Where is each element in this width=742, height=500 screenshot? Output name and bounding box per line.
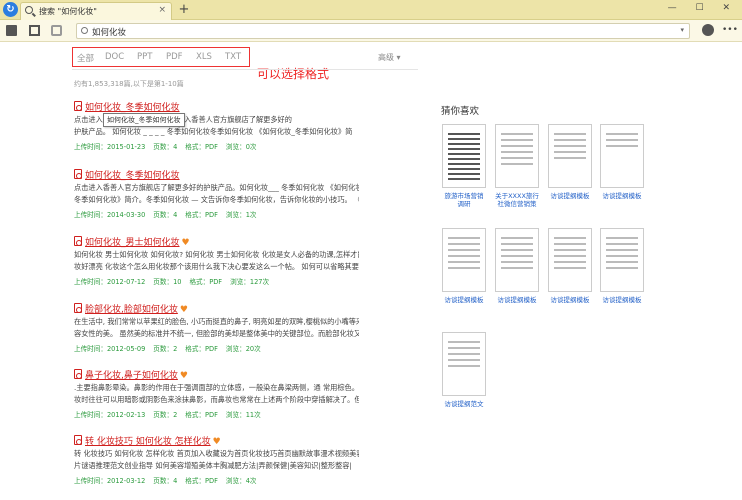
recommended-doc[interactable]: 访谈提纲模板: [548, 124, 592, 200]
result-title-link[interactable]: 如何化妆_冬季如何化妆: [74, 168, 359, 181]
filter-ppt[interactable]: PPT: [137, 52, 152, 62]
doc-thumbnail[interactable]: [442, 124, 486, 188]
format-annotation: 可以选择格式: [257, 67, 330, 81]
browser-logo-icon[interactable]: ↻: [3, 2, 18, 17]
doc-title-link[interactable]: 旅游市场营销调研: [442, 192, 486, 208]
new-tab-button[interactable]: +: [176, 3, 192, 17]
doc-thumbnail[interactable]: [548, 124, 592, 188]
title-bar: ↻ 搜索 "如何化妆" × + — ☐ ✕: [0, 0, 742, 20]
doc-thumbnail[interactable]: [495, 124, 539, 188]
result-meta: 上传时间：2012-05-09 页数：2 格式：PDF 浏览：20次: [74, 345, 261, 353]
result-count: 约有1,853,318篇,以下是第1-10篇: [74, 80, 184, 88]
search-icon: [25, 6, 33, 14]
doc-title-link[interactable]: 访谈提纲模板: [600, 296, 644, 304]
result-title-link[interactable]: 如何化妆_冬季如何化妆: [74, 100, 359, 113]
pdf-icon: [74, 303, 82, 313]
pdf-icon: [74, 101, 82, 111]
heart-icon: ♥: [179, 371, 188, 381]
recommended-doc[interactable]: 访谈提纲模板: [600, 124, 644, 200]
print-icon[interactable]: [51, 25, 62, 36]
close-tab-icon[interactable]: ×: [158, 5, 166, 15]
doc-title-link[interactable]: 访谈提纲范文: [442, 400, 486, 408]
result-title-link[interactable]: 如何化妆_男士如何化妆 ♥: [74, 235, 359, 248]
result-description: .主要指鼻影晕染。鼻影的作用在于强调面部的立体感，一般染在鼻梁两侧，通 常用棕色…: [74, 383, 359, 404]
result-description: 点击进入香善人官方旗舰店了解更多好的护肤产品。如何化妆___ 冬季如何化妆 《如…: [74, 183, 359, 204]
result-item: 如何化妆_冬季如何化妆 点击进入香善人官方旗舰店了解更多好的护肤产品。如何化妆_…: [74, 168, 359, 219]
result-meta: 上传时间：2014-03-30 页数：4 格式：PDF 浏览：1次: [74, 211, 257, 219]
doc-title-link[interactable]: 关于XXXX旅行社微信营销策: [495, 192, 539, 208]
filter-all[interactable]: 全部: [77, 52, 94, 64]
filter-txt[interactable]: TXT: [225, 52, 241, 62]
result-description: 如何化妆 男士如何化妆 如何化妆? 如何化妆 男士如何化妆 化妆是女人必备的功课…: [74, 250, 359, 271]
result-description: 转 化妆技巧 如何化妆 怎样化妆 首页加入收藏设为首页化妆技巧首页幽默故事漫术视…: [74, 449, 359, 470]
filter-xls[interactable]: XLS: [196, 52, 212, 62]
recommended-doc[interactable]: 访谈提纲模板: [442, 228, 486, 304]
filter-doc[interactable]: DOC: [105, 52, 124, 62]
filter-pdf[interactable]: PDF: [166, 52, 183, 62]
doc-title-link[interactable]: 访谈提纲模板: [548, 192, 592, 200]
doc-title-link[interactable]: 访谈提纲模板: [495, 296, 539, 304]
recommended-doc[interactable]: 关于XXXX旅行社微信营销策: [495, 124, 539, 208]
divider: [72, 69, 418, 70]
result-description: 在生活中, 我们常常以苹果红的脸色, 小巧而挺直的鼻子, 明亮如星的双眸,樱桃似…: [74, 317, 359, 338]
result-meta: 上传时间：2012-03-12 页数：4 格式：PDF 浏览：4次: [74, 477, 257, 485]
recommended-doc[interactable]: 访谈提纲范文: [442, 332, 486, 408]
doc-thumbnail[interactable]: [442, 332, 486, 396]
heart-icon: ♥: [181, 238, 190, 248]
doc-title-link[interactable]: 访谈提纲模板: [600, 192, 644, 200]
doc-thumbnail[interactable]: [442, 228, 486, 292]
pdf-icon: [74, 236, 82, 246]
recommended-doc[interactable]: 旅游市场营销调研: [442, 124, 486, 208]
toolbar: 如何化妆 ▾ •••: [0, 20, 742, 42]
tab-search[interactable]: 搜索 "如何化妆" ×: [20, 2, 172, 20]
sidebar-title: 猜你喜欢: [441, 106, 480, 117]
save-icon[interactable]: [29, 25, 40, 36]
doc-thumbnail[interactable]: [600, 228, 644, 292]
pdf-icon: [74, 369, 82, 379]
pdf-icon: [74, 435, 82, 445]
recommended-doc[interactable]: 访谈提纲模板: [600, 228, 644, 304]
advanced-search-button[interactable]: 高级 ▾: [378, 52, 401, 63]
format-filter-bar: 全部 DOC PPT PDF XLS TXT: [72, 47, 250, 67]
result-title-link[interactable]: 转 化妆技巧 如何化妆 怎样化妆 ♥: [74, 434, 359, 447]
result-item: 转 化妆技巧 如何化妆 怎样化妆 ♥ 转 化妆技巧 如何化妆 怎样化妆 首页加入收…: [74, 434, 359, 485]
result-meta: 上传时间：2015-01-23 页数：4 格式：PDF 浏览：0次: [74, 143, 257, 151]
doc-title-link[interactable]: 访谈提纲模板: [548, 296, 592, 304]
doc-thumbnail[interactable]: [495, 228, 539, 292]
doc-thumbnail[interactable]: [548, 228, 592, 292]
chevron-down-icon[interactable]: ▾: [680, 26, 684, 34]
result-title-link[interactable]: 脸部化妆,脸部如何化妆 ♥: [74, 302, 359, 315]
heart-icon: ♥: [212, 437, 221, 447]
search-query[interactable]: 如何化妆: [92, 26, 126, 38]
search-icon: [81, 27, 88, 34]
recommended-doc[interactable]: 访谈提纲模板: [548, 228, 592, 304]
doc-title-link[interactable]: 访谈提纲模板: [442, 296, 486, 304]
user-icon[interactable]: [702, 24, 714, 36]
more-menu-icon[interactable]: •••: [722, 25, 738, 35]
folder-icon[interactable]: [6, 25, 17, 36]
tab-label: 搜索 "如何化妆": [39, 7, 97, 16]
pdf-icon: [74, 169, 82, 179]
title-tooltip: 如何化妆_冬季如何化妆: [103, 113, 185, 127]
recommended-doc[interactable]: 访谈提纲模板: [495, 228, 539, 304]
result-item: 脸部化妆,脸部如何化妆 ♥ 在生活中, 我们常常以苹果红的脸色, 小巧而挺直的鼻子…: [74, 302, 359, 353]
window-controls[interactable]: — ☐ ✕: [668, 3, 738, 13]
result-title-link[interactable]: 鼻子化妆,鼻子如何化妆 ♥: [74, 368, 359, 381]
doc-thumbnail[interactable]: [600, 124, 644, 188]
result-item: 鼻子化妆,鼻子如何化妆 ♥ .主要指鼻影晕染。鼻影的作用在于强调面部的立体感，一般…: [74, 368, 359, 419]
search-input[interactable]: 如何化妆 ▾: [76, 23, 690, 39]
result-meta: 上传时间：2012-07-12 页数：10 格式：PDF 浏览：127次: [74, 278, 270, 286]
heart-icon: ♥: [179, 305, 188, 315]
result-meta: 上传时间：2012-02-13 页数：2 格式：PDF 浏览：11次: [74, 411, 261, 419]
result-item: 如何化妆_男士如何化妆 ♥ 如何化妆 男士如何化妆 如何化妆? 如何化妆 男士如何…: [74, 235, 359, 286]
